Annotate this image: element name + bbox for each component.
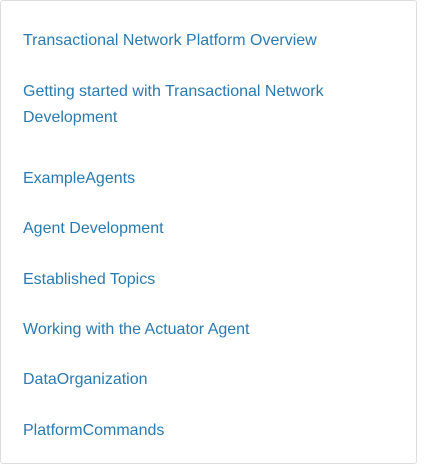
nav-item-example-agents: ExampleAgents: [23, 166, 403, 192]
nav-item-platform-commands: PlatformCommands: [23, 418, 403, 444]
nav-item-agent-development: Agent Development: [23, 216, 403, 242]
link-data-organization[interactable]: DataOrganization: [23, 367, 403, 393]
navigation-panel: Transactional Network Platform Overview …: [0, 0, 417, 464]
nav-item-actuator-agent: Working with the Actuator Agent: [23, 317, 403, 343]
nav-item-established-topics: Established Topics: [23, 267, 403, 293]
nav-item-getting-started: Getting started with Transactional Netwo…: [23, 79, 403, 131]
link-platform-commands[interactable]: PlatformCommands: [23, 418, 403, 444]
link-established-topics[interactable]: Established Topics: [23, 267, 403, 293]
nav-item-data-organization: DataOrganization: [23, 367, 403, 393]
link-platform-overview[interactable]: Transactional Network Platform Overview: [23, 28, 403, 54]
link-example-agents[interactable]: ExampleAgents: [23, 166, 403, 192]
nav-item-platform-overview: Transactional Network Platform Overview: [23, 28, 403, 54]
link-actuator-agent[interactable]: Working with the Actuator Agent: [23, 317, 403, 343]
link-agent-development[interactable]: Agent Development: [23, 216, 403, 242]
link-getting-started[interactable]: Getting started with Transactional Netwo…: [23, 79, 403, 131]
